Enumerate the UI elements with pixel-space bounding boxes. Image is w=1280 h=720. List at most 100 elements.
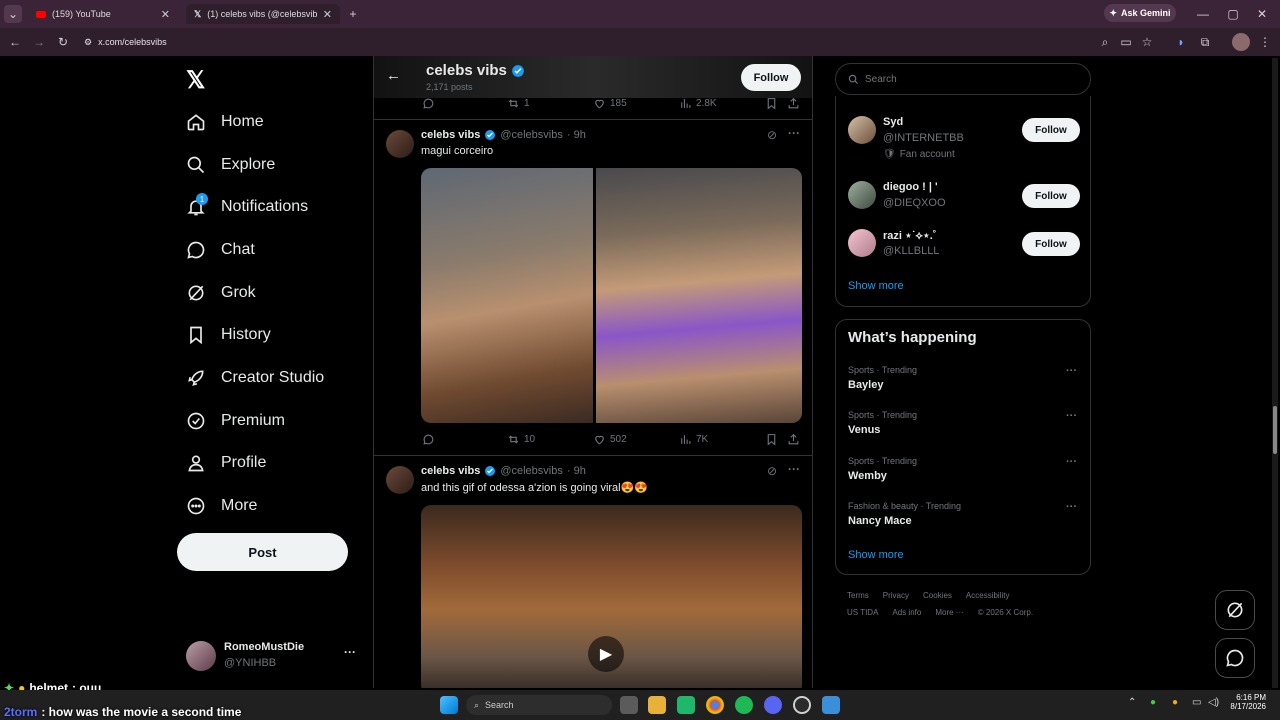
repost-button[interactable]: 1 — [507, 97, 530, 110]
more-options-icon[interactable]: ··· — [788, 462, 800, 476]
zoom-icon[interactable]: ⌕ — [1096, 33, 1114, 51]
share-button[interactable] — [787, 97, 800, 110]
follow-button[interactable]: Follow — [1022, 118, 1080, 142]
grok-icon[interactable]: ⊘ — [767, 464, 777, 478]
extension-icon[interactable]: ◗ — [1172, 33, 1190, 51]
tweet-photo-2[interactable] — [596, 168, 802, 423]
show-more-link[interactable]: Show more — [848, 280, 904, 292]
reply-button[interactable] — [422, 433, 439, 446]
trend-item[interactable]: Fashion & beauty · Trending Nancy Mace ·… — [836, 498, 1090, 538]
avatar[interactable] — [386, 466, 414, 494]
more-options-icon[interactable]: ··· — [788, 126, 800, 140]
bookmark-button[interactable] — [765, 97, 778, 110]
ask-gemini-button[interactable]: ✦ Ask Gemini — [1104, 4, 1176, 22]
tray-app-icon[interactable]: ● — [1150, 697, 1156, 708]
nav-explore[interactable]: Explore — [186, 150, 275, 180]
trend-item[interactable]: Sports · Trending Bayley ··· — [836, 362, 1090, 402]
nav-history[interactable]: History — [186, 320, 271, 350]
close-window-button[interactable]: ✕ — [1253, 5, 1271, 23]
avatar[interactable] — [386, 130, 414, 158]
back-arrow-icon[interactable]: ← — [6, 33, 24, 51]
discord-icon[interactable] — [764, 696, 782, 714]
reload-icon[interactable]: ↻ — [54, 33, 72, 51]
grok-floating-button[interactable] — [1215, 590, 1255, 630]
taskbar-search[interactable]: ⌕ Search — [466, 695, 612, 715]
account-menu-icon[interactable]: ··· — [344, 645, 356, 659]
trend-item[interactable]: Sports · Trending Wemby ··· — [836, 453, 1090, 493]
search-input[interactable] — [865, 73, 1065, 85]
volume-icon[interactable]: ◁) — [1208, 697, 1219, 708]
clock[interactable]: 6:16 PM 8/17/2026 — [1228, 693, 1266, 711]
more-options-icon[interactable]: ··· — [1066, 501, 1077, 513]
nav-profile[interactable]: Profile — [186, 448, 266, 478]
account-switcher[interactable]: RomeoMustDie @YNIHBB ··· — [184, 639, 364, 673]
nav-creator-studio[interactable]: Creator Studio — [186, 363, 324, 393]
nav-notifications[interactable]: 1 Notifications — [186, 192, 308, 222]
like-button[interactable]: 185 — [593, 97, 627, 110]
tweet[interactable]: celebs vibs @celebsvibs · 9h ⊘ ··· and t… — [374, 456, 812, 688]
site-info-icon[interactable]: ⚙ — [84, 37, 92, 48]
tweet-photo-1[interactable] — [421, 168, 593, 423]
close-tab-icon[interactable]: ✕ — [323, 8, 332, 21]
avatar[interactable] — [848, 116, 876, 144]
minimize-button[interactable]: — — [1194, 5, 1212, 23]
forward-arrow-icon[interactable]: → — [30, 33, 48, 51]
file-explorer-icon[interactable] — [648, 696, 666, 714]
like-button[interactable]: 502 — [593, 433, 627, 446]
profile-avatar-icon[interactable] — [1232, 33, 1250, 51]
photos-icon[interactable] — [822, 696, 840, 714]
follow-profile-button[interactable]: Follow — [741, 64, 801, 91]
more-options-icon[interactable]: ··· — [1066, 410, 1077, 422]
task-view-icon[interactable] — [620, 696, 638, 714]
follow-button[interactable]: Follow — [1022, 184, 1080, 208]
windows-start-icon[interactable] — [440, 696, 458, 714]
nav-chat[interactable]: Chat — [186, 235, 255, 265]
nav-grok[interactable]: Grok — [186, 278, 256, 308]
bookmark-button[interactable] — [765, 433, 778, 446]
views-button[interactable]: 2.8K — [679, 97, 717, 110]
close-tab-icon[interactable]: ✕ — [161, 8, 170, 21]
extensions-puzzle-icon[interactable]: ⧉ — [1196, 33, 1214, 51]
views-button[interactable]: 7K — [679, 433, 708, 446]
post-button[interactable]: Post — [177, 533, 348, 571]
avatar[interactable] — [848, 229, 876, 257]
star-icon[interactable]: ☆ — [1138, 33, 1156, 51]
play-icon[interactable]: ▶ — [588, 636, 624, 672]
reply-button[interactable] — [422, 97, 439, 110]
trend-item[interactable]: Sports · Trending Venus ··· — [836, 407, 1090, 447]
messages-floating-button[interactable] — [1215, 638, 1255, 678]
tab-list-button[interactable]: ⌄ — [4, 5, 22, 23]
avatar[interactable] — [848, 181, 876, 209]
tweet-video[interactable]: ▶ — [421, 505, 802, 688]
grok-icon[interactable]: ⊘ — [767, 128, 777, 142]
share-button[interactable] — [787, 433, 800, 446]
nav-home[interactable]: Home — [186, 107, 264, 137]
cast-icon[interactable]: ▭ — [1117, 33, 1135, 51]
repost-button[interactable]: 10 — [507, 433, 535, 446]
tray-chevron-icon[interactable]: ⌃ — [1128, 697, 1136, 708]
back-arrow-icon[interactable]: ← — [386, 67, 401, 84]
more-options-icon[interactable]: ··· — [1066, 365, 1077, 377]
nav-more[interactable]: More — [186, 491, 257, 521]
tweet[interactable]: celebs vibs @celebsvibs · 9h ⊘ ··· magui… — [374, 120, 812, 456]
search-box[interactable] — [835, 63, 1091, 95]
url-field[interactable]: ⚙ x.com/celebsvibs — [84, 33, 167, 51]
app-icon[interactable] — [793, 696, 811, 714]
tab-x-celebsvibs[interactable]: 𝕏 (1) celebs vibs (@celebsvibs) / X ✕ — [186, 4, 340, 24]
scrollbar-thumb[interactable] — [1273, 406, 1277, 454]
show-more-link[interactable]: Show more — [848, 549, 904, 561]
nav-premium[interactable]: Premium — [186, 406, 285, 436]
more-options-icon[interactable]: ··· — [1066, 456, 1077, 468]
chrome-icon[interactable] — [706, 696, 724, 714]
tab-youtube[interactable]: (159) YouTube ✕ — [28, 4, 178, 24]
scrollbar[interactable] — [1272, 58, 1278, 688]
maximize-button[interactable]: ▢ — [1224, 5, 1242, 23]
app-icon[interactable] — [677, 696, 695, 714]
follow-button[interactable]: Follow — [1022, 232, 1080, 256]
new-tab-button[interactable]: + — [344, 5, 362, 23]
microphone-icon[interactable]: ● — [1172, 697, 1178, 708]
x-logo-icon[interactable]: 𝕏 — [186, 66, 205, 95]
kebab-menu-icon[interactable]: ⋮ — [1256, 33, 1274, 51]
network-icon[interactable]: ▭ — [1192, 697, 1201, 708]
spotify-icon[interactable] — [735, 696, 753, 714]
